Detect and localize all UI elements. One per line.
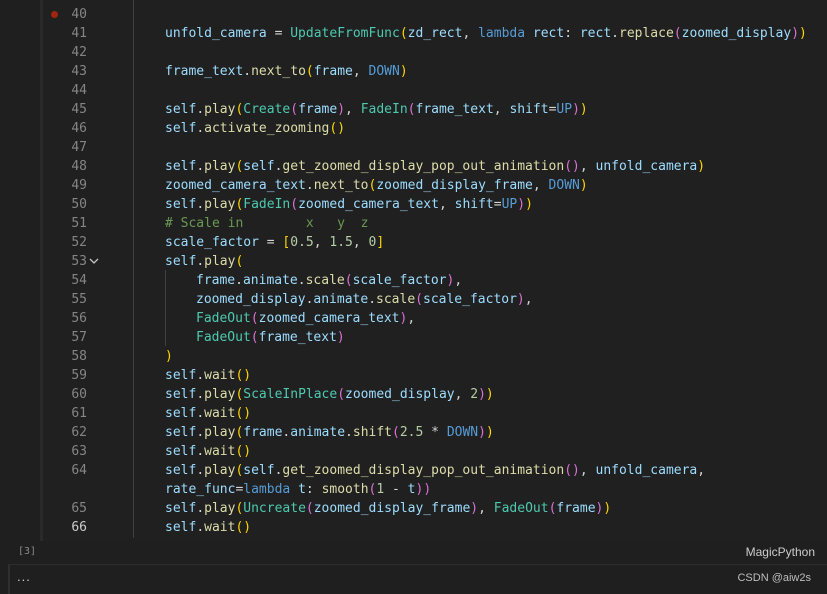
code-line[interactable]: 40: [40, 5, 827, 24]
line-number: 55: [71, 292, 87, 307]
code-text: rate_func=lambda t: smooth(1 - t)): [165, 482, 432, 497]
code-text: frame_text.next_to(frame, DOWN): [165, 64, 408, 79]
code-line[interactable]: 42: [40, 43, 827, 62]
cell-language-label[interactable]: MagicPython: [746, 545, 815, 559]
code-line[interactable]: 46 self.activate_zooming(): [40, 119, 827, 138]
line-number: 64: [71, 463, 87, 478]
code-text: unfold_camera = UpdateFromFunc(zd_rect, …: [165, 26, 807, 41]
code-text: self.play(self.get_zoomed_display_pop_ou…: [165, 463, 706, 478]
line-number: 49: [71, 178, 87, 193]
code-text: frame.animate.scale(scale_factor),: [196, 273, 463, 288]
code-line[interactable]: 54 frame.animate.scale(scale_factor),: [40, 271, 827, 290]
code-text: self.play(self.get_zoomed_display_pop_ou…: [165, 159, 706, 174]
code-line[interactable]: 65 self.play(Uncreate(zoomed_display_fram…: [40, 499, 827, 518]
code-line[interactable]: 45 self.play(Create(frame), FadeIn(frame_…: [40, 100, 827, 119]
line-number: 42: [71, 45, 87, 60]
line-number: 59: [71, 368, 87, 383]
line-number: 52: [71, 235, 87, 250]
line-number: 47: [71, 140, 87, 155]
watermark: CSDN @aiw2s: [737, 572, 811, 584]
line-number: 40: [71, 7, 87, 22]
code-line[interactable]: 66 self.wait(): [40, 518, 827, 537]
line-number: 48: [71, 159, 87, 174]
line-number: 60: [71, 387, 87, 402]
line-number: 46: [71, 121, 87, 136]
output-more-button[interactable]: ...: [17, 569, 31, 584]
line-number: 54: [71, 273, 87, 288]
line-number: 43: [71, 64, 87, 79]
execution-count: [3]: [18, 546, 37, 557]
code-text: self.play(ScaleInPlace(zoomed_display, 2…: [165, 387, 494, 402]
code-text: self.activate_zooming(): [165, 121, 346, 136]
code-line[interactable]: 57 FadeOut(frame_text): [40, 328, 827, 347]
line-number: 62: [71, 425, 87, 440]
code-line[interactable]: 53 self.play(: [40, 252, 827, 271]
line-number: 41: [71, 26, 87, 41]
code-cell[interactable]: 40 41 unfold_camera = UpdateFromFunc(zd_re…: [40, 0, 827, 541]
code-text: self.play(Create(frame), FadeIn(frame_te…: [165, 102, 588, 117]
code-line[interactable]: 58): [40, 347, 827, 366]
code-text: FadeOut(frame_text): [196, 330, 345, 345]
line-number: 51: [71, 216, 87, 231]
code-text: self.wait(): [165, 444, 252, 459]
line-number: 58: [71, 349, 87, 364]
code-text: self.wait(): [165, 368, 252, 383]
code-line[interactable]: 51 # Scale in x y z: [40, 214, 827, 233]
code-line[interactable]: 48 self.play(self.get_zoomed_display_pop_…: [40, 157, 827, 176]
line-number: 44: [71, 83, 87, 98]
code-line[interactable]: 56 FadeOut(zoomed_camera_text),: [40, 309, 827, 328]
code-line[interactable]: 55 zoomed_display.animate.scale(scale_fac…: [40, 290, 827, 309]
code-line[interactable]: 50 self.play(FadeIn(zoomed_camera_text, s…: [40, 195, 827, 214]
code-text: FadeOut(zoomed_camera_text),: [196, 311, 416, 326]
code-line[interactable]: 60 self.play(ScaleInPlace(zoomed_display,…: [40, 385, 827, 404]
line-number: 56: [71, 311, 87, 326]
output-gutter-bar: [8, 565, 10, 594]
code-text: self.play(frame.animate.shift(2.5 * DOWN…: [165, 425, 494, 440]
code-text: # Scale in x y z: [165, 216, 369, 231]
line-number: 63: [71, 444, 87, 459]
cell-divider: [8, 564, 827, 565]
line-number: 66: [71, 520, 87, 535]
code-line[interactable]: 63 self.wait(): [40, 442, 827, 461]
line-number: 65: [71, 501, 87, 516]
code-text: scale_factor = [0.5, 1.5, 0]: [165, 235, 385, 250]
line-number: 61: [71, 406, 87, 421]
line-number: 57: [71, 330, 87, 345]
code-line[interactable]: 62 self.play(frame.animate.shift(2.5 * DO…: [40, 423, 827, 442]
code-text: self.wait(): [165, 520, 252, 535]
code-text: self.wait(): [165, 406, 252, 421]
code-line[interactable]: 52 scale_factor = [0.5, 1.5, 0]: [40, 233, 827, 252]
line-number: 50: [71, 197, 87, 212]
code-line[interactable]: 59 self.wait(): [40, 366, 827, 385]
code-line[interactable]: 41 unfold_camera = UpdateFromFunc(zd_rect…: [40, 24, 827, 43]
code-line[interactable]: 61 self.wait(): [40, 404, 827, 423]
code-line[interactable]: 44: [40, 81, 827, 100]
code-text: self.play(FadeIn(zoomed_camera_text, shi…: [165, 197, 533, 212]
code-text: self.play(: [165, 254, 244, 269]
code-text: zoomed_camera_text.next_to(zoomed_displa…: [165, 178, 588, 193]
code-line[interactable]: 64 self.play(self.get_zoomed_display_pop_…: [40, 461, 827, 480]
line-number: 45: [71, 102, 87, 117]
code-line[interactable]: rate_func=lambda t: smooth(1 - t)): [40, 480, 827, 499]
code-text: ): [165, 349, 173, 364]
code-line[interactable]: 43 frame_text.next_to(frame, DOWN): [40, 62, 827, 81]
code-text: zoomed_display.animate.scale(scale_facto…: [196, 292, 533, 307]
code-line[interactable]: 49 zoomed_camera_text.next_to(zoomed_disp…: [40, 176, 827, 195]
code-text: self.play(Uncreate(zoomed_display_frame)…: [165, 501, 612, 516]
code-line[interactable]: 47: [40, 138, 827, 157]
line-number: 53: [71, 254, 87, 269]
